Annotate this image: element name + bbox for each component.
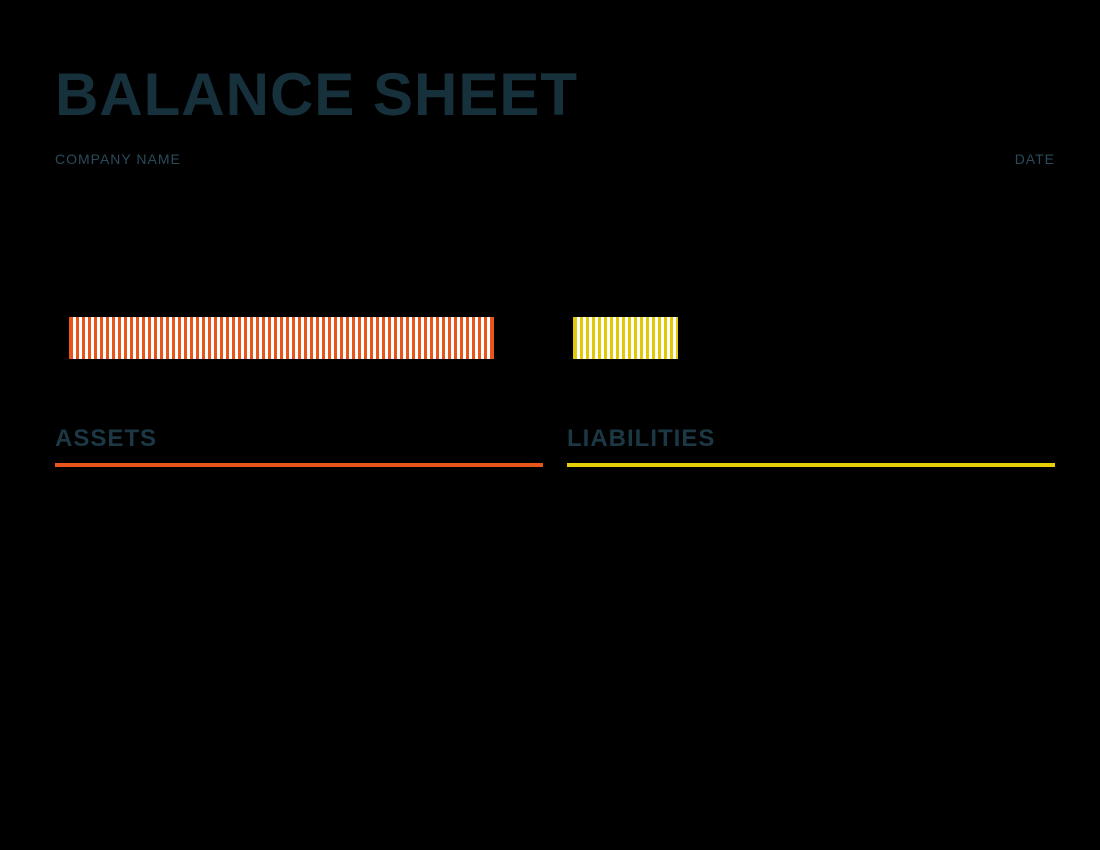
- assets-section: ASSETS: [55, 425, 543, 467]
- company-name-label: COMPANY NAME: [55, 151, 181, 167]
- balance-sheet-page: BALANCE SHEET COMPANY NAME DATE ASSETS L…: [55, 0, 1055, 467]
- liabilities-bar-cell: [555, 317, 1055, 359]
- assets-bar-cell: [55, 317, 555, 359]
- liabilities-heading: LIABILITIES: [567, 425, 1055, 467]
- liabilities-bar: [573, 317, 678, 359]
- page-title: BALANCE SHEET: [55, 60, 1055, 129]
- assets-bar: [69, 317, 494, 359]
- sections-row: ASSETS LIABILITIES: [55, 425, 1055, 467]
- liabilities-section: LIABILITIES: [567, 425, 1055, 467]
- summary-bars: [55, 317, 1055, 359]
- assets-heading: ASSETS: [55, 425, 543, 467]
- date-label: DATE: [1015, 151, 1055, 167]
- meta-row: COMPANY NAME DATE: [55, 151, 1055, 167]
